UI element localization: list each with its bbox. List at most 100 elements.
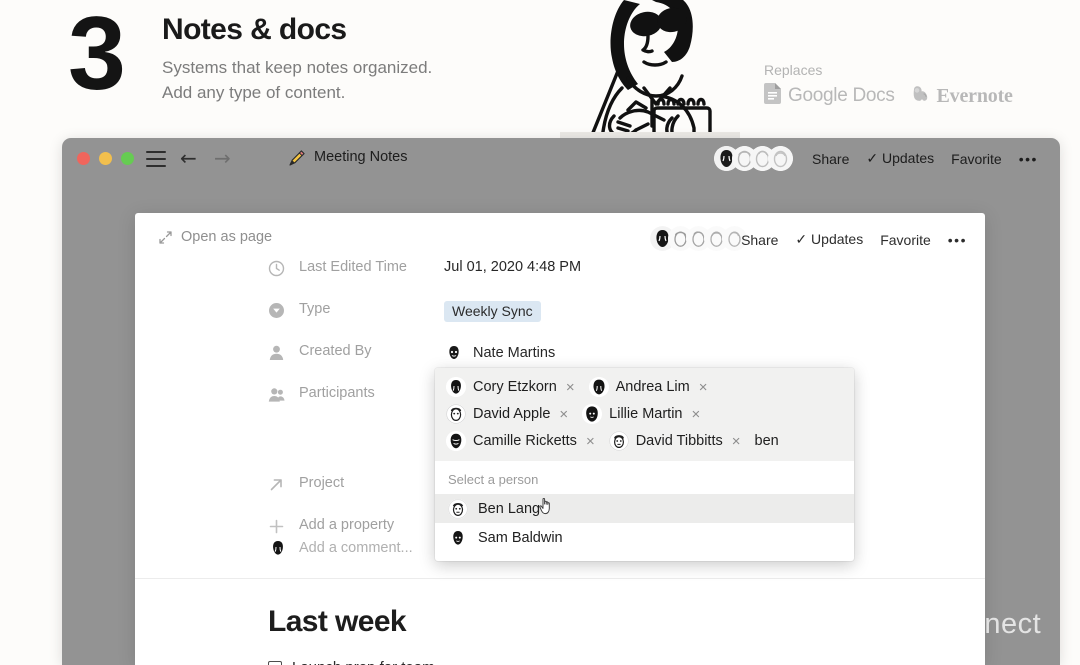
person-picker-hint: Select a person [448, 472, 539, 487]
add-comment-row[interactable]: Add a comment... [268, 538, 413, 558]
section-divider [135, 578, 985, 579]
property-row-last-edited-time[interactable]: Last Edited Time Jul 01, 2020 4:48 PM [135, 257, 985, 299]
person-chip[interactable]: Lillie Martin × [582, 404, 700, 424]
expand-icon [159, 230, 172, 244]
person-option-sam-baldwin[interactable]: Sam Baldwin [435, 523, 854, 552]
person-chip-name: Lillie Martin [609, 406, 683, 422]
person-icon [268, 344, 285, 361]
avatar [588, 377, 609, 397]
clock-icon [268, 260, 285, 277]
avatar [446, 404, 466, 424]
feature-banner: 3 Notes & docs Systems that keep notes o… [0, 0, 1080, 154]
remove-person-icon[interactable]: × [586, 434, 595, 449]
updates-button[interactable]: ✓ Updates [795, 231, 863, 248]
property-row-type[interactable]: Type Weekly Sync [135, 299, 985, 341]
property-label: Project [299, 475, 345, 491]
person-chip[interactable]: David Tibbitts × [608, 431, 741, 451]
person-chip-name: David Apple [473, 406, 551, 422]
person-search-input[interactable]: ben [755, 433, 779, 449]
favorite-button[interactable]: Favorite [951, 151, 1002, 167]
property-label: Last Edited Time [299, 259, 407, 275]
window-action-bar: Share ✓ Updates Favorite ••• [812, 150, 1038, 167]
check-icon: ✓ [866, 150, 879, 166]
evernote-icon [911, 84, 930, 108]
menu-icon[interactable] [146, 151, 166, 172]
person-chip[interactable]: Andrea Lim × [588, 377, 708, 397]
person-option-name: Sam Baldwin [478, 529, 563, 546]
favorite-button[interactable]: Favorite [880, 232, 931, 248]
property-label: Add a property [299, 517, 395, 533]
replaces-item-label: Evernote [936, 84, 1013, 107]
person-option-name: Ben Lang [478, 500, 541, 517]
minimize-window-icon[interactable] [99, 152, 112, 165]
replaces-item-google-docs: Google Docs [764, 83, 895, 109]
share-button[interactable]: Share [741, 232, 778, 248]
person-option-ben-lang[interactable]: Ben Lang [435, 494, 854, 523]
plus-icon [268, 518, 285, 535]
comment-input-placeholder[interactable]: Add a comment... [299, 540, 413, 556]
close-window-icon[interactable] [77, 152, 90, 165]
avatar[interactable] [768, 146, 793, 171]
more-options-icon[interactable]: ••• [948, 232, 967, 248]
person-picker-popover[interactable]: Cory Etzkorn × Andrea Lim × David Apple … [435, 368, 854, 561]
created-by-name: Nate Martins [473, 345, 556, 361]
property-label: Type [299, 301, 331, 317]
remove-person-icon[interactable]: × [732, 434, 741, 449]
remove-person-icon[interactable]: × [699, 380, 708, 395]
created-by-person: Nate Martins [444, 343, 555, 363]
avatar [448, 527, 468, 548]
replaces-label: Replaces [764, 62, 823, 78]
updates-button[interactable]: ✓ Updates [866, 150, 934, 167]
panel-collaborator-avatars[interactable] [650, 226, 747, 251]
window-collaborator-avatars[interactable] [714, 146, 793, 171]
feature-description-line-1: Systems that keep notes organized. [162, 58, 433, 77]
person-chip-name: David Tibbitts [635, 433, 723, 449]
todo-label: Launch prep for team [292, 659, 435, 665]
people-icon [268, 386, 285, 403]
avatar [268, 538, 288, 558]
property-label: Created By [299, 343, 372, 359]
panel-action-bar: Share ✓ Updates Favorite ••• [741, 231, 967, 248]
pencil-icon [288, 149, 306, 167]
feature-description-line-2: Add any type of content. [162, 83, 346, 102]
open-as-page-button[interactable]: Open as page [159, 229, 272, 245]
select-icon [268, 302, 285, 319]
type-tag: Weekly Sync [444, 301, 541, 322]
selected-people-chips[interactable]: Cory Etzkorn × Andrea Lim × David Apple … [435, 368, 854, 461]
person-chip[interactable]: Camille Ricketts × [446, 431, 595, 451]
window-title: Meeting Notes [314, 149, 408, 165]
forward-arrow-icon[interactable]: → [214, 147, 231, 169]
person-chip-name: Camille Ricketts [473, 433, 577, 449]
page-title: Notes & docs [162, 13, 347, 46]
person-chip-name: Andrea Lim [615, 379, 690, 395]
panel-toolbar: Open as page Share ✓ Updates Favorite ••… [135, 213, 985, 261]
todo-item[interactable]: Launch prep for team [268, 659, 435, 665]
avatar [608, 431, 629, 451]
replaces-item-evernote: Evernote [911, 84, 1013, 108]
replaces-item-label: Google Docs [788, 85, 895, 106]
arrow-relation-icon [268, 476, 285, 493]
remove-person-icon[interactable]: × [566, 380, 575, 395]
share-button[interactable]: Share [812, 151, 849, 167]
avatar [444, 343, 464, 363]
feature-description: Systems that keep notes organized. Add a… [162, 55, 432, 105]
maximize-window-icon[interactable] [121, 152, 134, 165]
traffic-lights[interactable] [77, 152, 134, 165]
more-options-icon[interactable]: ••• [1019, 151, 1038, 167]
popover-bottom-padding [435, 552, 854, 561]
remove-person-icon[interactable]: × [559, 407, 568, 422]
person-chip-name: Cory Etzkorn [473, 379, 557, 395]
avatar [448, 498, 468, 519]
checkbox-icon[interactable] [268, 660, 282, 665]
woman-writing-illustration [560, 0, 740, 154]
back-arrow-icon[interactable]: ← [180, 147, 197, 169]
remove-person-icon[interactable]: × [692, 407, 701, 422]
person-chip[interactable]: Cory Etzkorn × [446, 377, 575, 397]
open-as-page-label: Open as page [181, 229, 273, 245]
screenshot-root: 3 Notes & docs Systems that keep notes o… [0, 0, 1080, 665]
section-heading: Last week [268, 605, 407, 638]
avatar [582, 404, 603, 424]
avatar [446, 377, 466, 397]
check-icon: ✓ [795, 231, 808, 247]
person-chip[interactable]: David Apple × [446, 404, 568, 424]
